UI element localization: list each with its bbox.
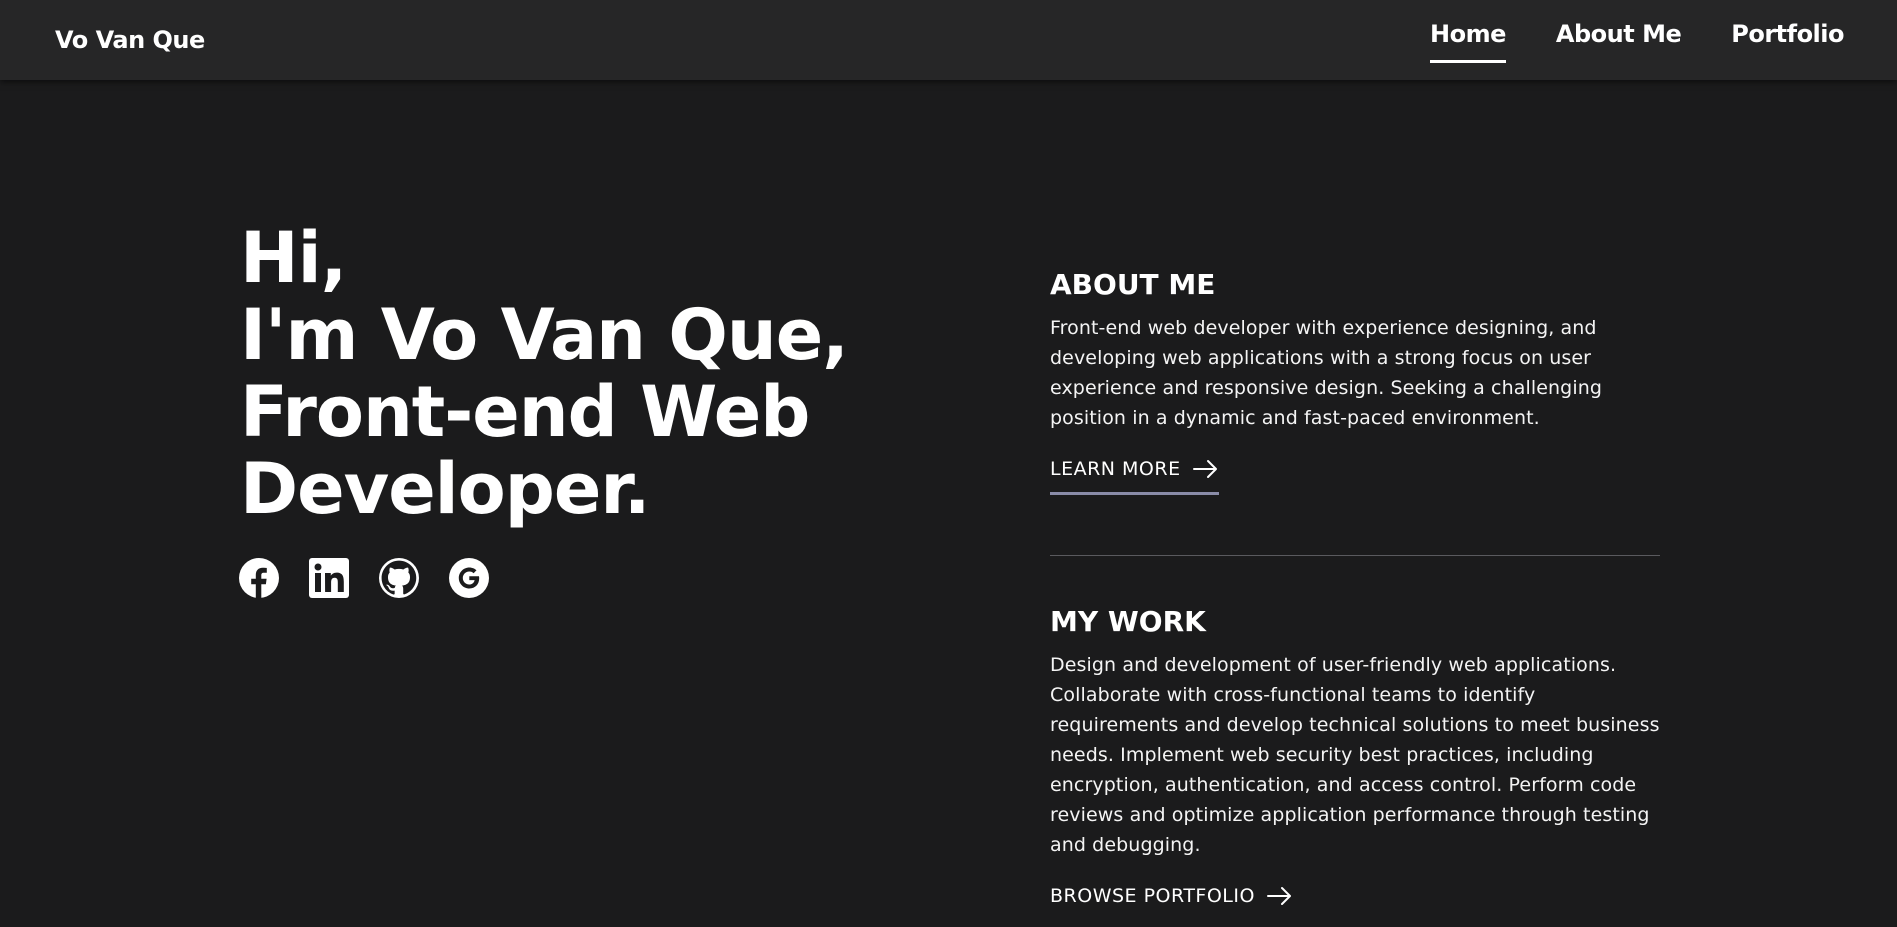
browse-portfolio-label: BROWSE PORTFOLIO <box>1050 885 1255 907</box>
linkedin-icon[interactable] <box>309 558 349 598</box>
arrow-right-icon <box>1266 887 1291 905</box>
work-text: Design and development of user-friendly … <box>1050 654 1660 856</box>
section-divider <box>1050 555 1660 556</box>
work-section: MY WORK Design and development of user-f… <box>1050 605 1660 919</box>
hero-line-role: Front-end Web <box>240 371 810 453</box>
github-icon[interactable] <box>379 558 419 598</box>
work-title: MY WORK <box>1050 605 1206 638</box>
nav-link-portfolio[interactable]: Portfolio <box>1731 20 1844 63</box>
facebook-icon[interactable] <box>239 558 279 598</box>
google-icon[interactable] <box>449 558 489 598</box>
navbar: Vo Van Que Home About Me Portfolio <box>0 0 1897 80</box>
about-text: Front-end web developer with experience … <box>1050 317 1603 429</box>
hero-line-role-end: Developer. <box>240 448 650 530</box>
hero-line-greeting: Hi, <box>240 217 347 299</box>
nav-link-home[interactable]: Home <box>1430 20 1506 63</box>
browse-portfolio-link[interactable]: BROWSE PORTFOLIO <box>1050 885 1293 919</box>
social-links <box>239 558 489 598</box>
nav-links: Home About Me Portfolio <box>1430 20 1844 63</box>
learn-more-link[interactable]: LEARN MORE <box>1050 458 1219 495</box>
hero-heading: Hi, I'm Vo Van Que, Front-end Web Develo… <box>240 217 849 530</box>
about-section: ABOUT ME Front-end web developer with ex… <box>1050 268 1660 495</box>
about-title: ABOUT ME <box>1050 268 1216 301</box>
nav-link-about-me[interactable]: About Me <box>1556 20 1682 63</box>
brand-logo[interactable]: Vo Van Que <box>55 26 205 54</box>
hero-line-name: I'm Vo Van Que, <box>240 294 849 376</box>
arrow-right-icon <box>1192 460 1217 478</box>
learn-more-label: LEARN MORE <box>1050 458 1181 480</box>
